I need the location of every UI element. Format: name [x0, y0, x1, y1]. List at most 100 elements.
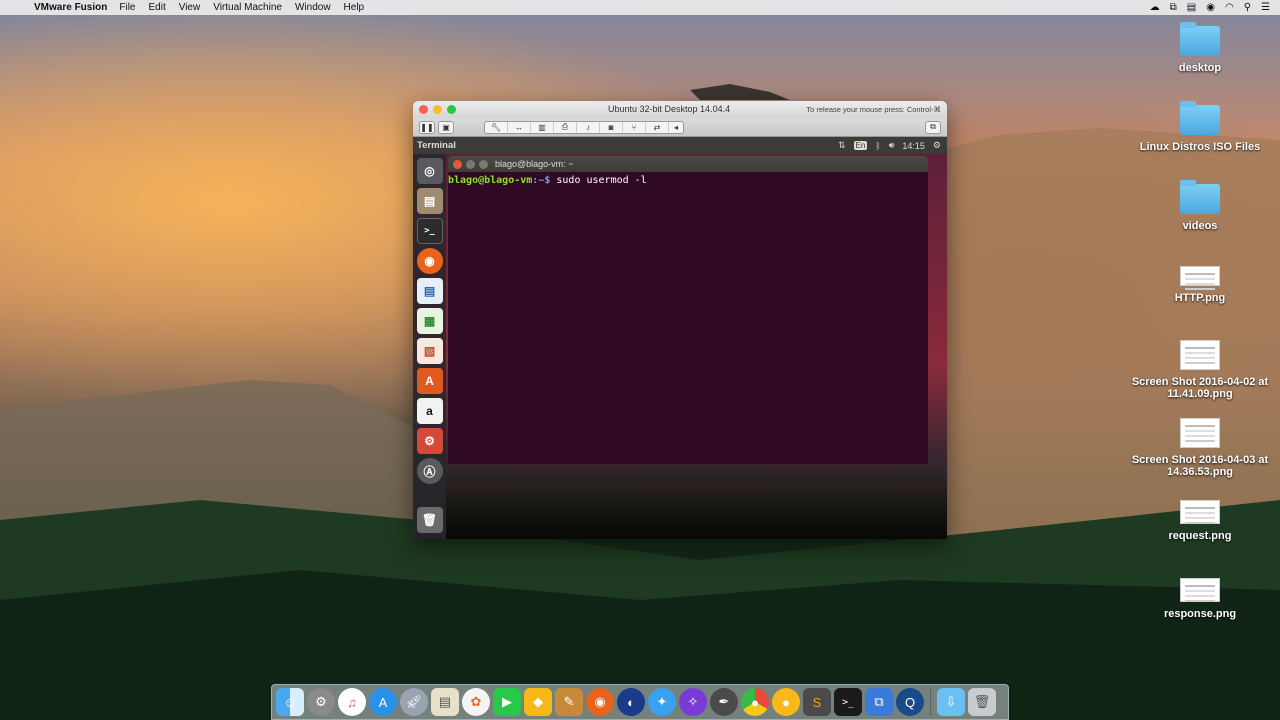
keyboard-layout-indicator[interactable]: En	[853, 141, 868, 150]
snapshot-button[interactable]: ▣	[438, 120, 454, 134]
menu-virtual-machine[interactable]: Virtual Machine	[213, 2, 282, 13]
desktop-item-request-png[interactable]: request.png	[1120, 500, 1280, 542]
terminal-close-button[interactable]	[453, 159, 462, 169]
desktop-item-desktop[interactable]: desktop	[1120, 22, 1280, 74]
zoom-button[interactable]	[447, 105, 456, 114]
bluetooth-icon[interactable]: ᛒ	[875, 141, 880, 151]
ubuntu-dash-icon[interactable]: ◎	[416, 158, 443, 184]
vmware-window-title: Ubuntu 32-bit Desktop 14.04.4	[608, 104, 731, 114]
terminal-icon[interactable]: >_	[834, 688, 862, 716]
terminal-command: sudo usermod -l	[550, 175, 647, 186]
panel-clock[interactable]: 14:15	[902, 141, 925, 151]
terminal-title-bar[interactable]: blago@blago-vm: ~	[448, 156, 928, 172]
files-icon[interactable]: ▤	[416, 188, 443, 214]
ubuntu-launcher: ◎ ▤ >_ ◉ ▤ ▦ ▧ A a ⚙ Ⓐ 🗑︎	[413, 154, 446, 539]
terminal-command-line[interactable]: blago@blago-vm:~$ sudo usermod -l	[448, 172, 928, 186]
desktop-item-label: Screen Shot 2016-04-03 at 14.36.53.png	[1131, 454, 1269, 478]
world-icon[interactable]: ◐	[617, 688, 645, 716]
minimize-button[interactable]	[433, 105, 442, 114]
terminal-icon[interactable]: >_	[416, 218, 443, 244]
pen-icon[interactable]: ✒	[710, 688, 738, 716]
notes-icon[interactable]: ✎	[555, 688, 583, 716]
desktop-item-response-png[interactable]: response.png	[1120, 578, 1280, 620]
trash-icon[interactable]: 🗑︎	[416, 507, 443, 533]
terminal-minimize-button[interactable]	[466, 159, 475, 169]
sound-icon[interactable]: ♪	[577, 121, 600, 133]
quicktime-icon[interactable]: Q	[896, 688, 924, 716]
folder-icon	[1180, 101, 1220, 135]
menu-view[interactable]: View	[179, 2, 201, 13]
desktop-item-http-png[interactable]: HTTP.png	[1120, 266, 1280, 304]
menu-app-name[interactable]: VMware Fusion	[34, 2, 107, 13]
image-thumbnail-icon	[1180, 578, 1220, 602]
release-mouse-hint: To release your mouse press: Control-⌘	[806, 105, 941, 114]
menu-window[interactable]: Window	[295, 2, 331, 13]
dock-separator	[930, 688, 931, 716]
updater-icon[interactable]: Ⓐ	[416, 458, 443, 484]
software-center-icon[interactable]: A	[416, 368, 443, 394]
folder-icon	[1180, 22, 1220, 56]
wifi-icon[interactable]: ◠	[1225, 2, 1234, 13]
close-button[interactable]	[419, 105, 428, 114]
system-prefs-icon[interactable]: ⚙	[307, 688, 335, 716]
spotlight-icon[interactable]: ⚲	[1244, 2, 1251, 13]
desktop-item-screenshot-2[interactable]: Screen Shot 2016-04-03 at 14.36.53.png	[1120, 418, 1280, 478]
launchpad-icon[interactable]: 🚀︎	[400, 688, 428, 716]
settings-icon[interactable]: ⚙	[416, 428, 443, 454]
menu-help[interactable]: Help	[344, 2, 365, 13]
record-icon[interactable]: ◉	[1206, 2, 1215, 13]
vmware-title-bar[interactable]: Ubuntu 32-bit Desktop 14.04.4 To release…	[413, 101, 947, 118]
safari-icon[interactable]: ✦	[648, 688, 676, 716]
collapse-chevron-icon[interactable]: ◂	[669, 122, 683, 133]
preview-icon[interactable]: ▤	[431, 688, 459, 716]
network-arrows-icon[interactable]: ⇅	[838, 140, 846, 151]
printer-icon[interactable]: ⎙	[554, 121, 577, 133]
app-store-icon[interactable]: A	[369, 688, 397, 716]
facetime-icon[interactable]: ▶	[493, 688, 521, 716]
menu-file[interactable]: File	[119, 2, 135, 13]
sublime-icon[interactable]: S	[803, 688, 831, 716]
vmware-status-icon[interactable]: ⧉	[1170, 2, 1177, 13]
firefox-icon[interactable]: ◉	[416, 248, 443, 274]
photos-icon[interactable]: ✿	[462, 688, 490, 716]
window-controls	[413, 105, 456, 114]
network-icon[interactable]: ⇄	[646, 121, 669, 133]
volume-icon[interactable]: 🔊︎	[889, 140, 895, 151]
desktop-item-screenshot-1[interactable]: Screen Shot 2016-04-02 at 11.41.09.png	[1120, 340, 1280, 400]
amazon-icon[interactable]: a	[416, 398, 443, 424]
downloads-folder-icon[interactable]: ⇩	[937, 688, 965, 716]
compass-icon[interactable]: ✧	[679, 688, 707, 716]
menu-edit[interactable]: Edit	[148, 2, 165, 13]
itunes-icon[interactable]: ♫	[338, 688, 366, 716]
desktop-item-linux-distros[interactable]: Linux Distros ISO Files	[1120, 101, 1280, 153]
writer-icon[interactable]: ▤	[416, 278, 443, 304]
impress-icon[interactable]: ▧	[416, 338, 443, 364]
desktop-item-label: response.png	[1163, 608, 1237, 620]
notification-center-icon[interactable]: ☰	[1261, 2, 1270, 13]
desktop-item-videos[interactable]: videos	[1120, 180, 1280, 232]
cloud-icon[interactable]: ☁	[1150, 2, 1160, 13]
usb-icon[interactable]: ⑂	[623, 121, 646, 133]
trash-icon[interactable]: 🗑︎	[968, 688, 996, 716]
unity-mode-button[interactable]: ⧉	[925, 120, 941, 134]
finder-icon[interactable]: ☺	[276, 688, 304, 716]
system-gear-icon[interactable]: ⚙	[933, 140, 941, 151]
pause-button[interactable]: ❚❚	[419, 120, 435, 134]
chrome-icon[interactable]: ●	[741, 688, 769, 716]
settings-wrench-icon[interactable]: 🔧︎	[485, 121, 508, 133]
canary-icon[interactable]: ●	[772, 688, 800, 716]
terminal-window-controls	[448, 159, 488, 169]
clipboard-icon[interactable]: ▤	[1187, 2, 1196, 13]
panel-app-title: Terminal	[417, 140, 456, 151]
vmware-icon[interactable]: ⧉	[865, 688, 893, 716]
desktop-item-label: HTTP.png	[1174, 292, 1226, 304]
panel-indicators: ⇅ En ᛒ 🔊︎ 14:15 ⚙	[838, 140, 947, 151]
terminal-window[interactable]: blago@blago-vm: ~ blago@blago-vm:~$ sudo…	[448, 156, 928, 464]
firefox-icon[interactable]: ◉	[586, 688, 614, 716]
hard-disk-icon[interactable]: ▥	[531, 121, 554, 133]
camera-icon[interactable]: ◙	[600, 121, 623, 133]
fit-window-icon[interactable]: ↔	[508, 121, 531, 133]
sketch-icon[interactable]: ◆	[524, 688, 552, 716]
terminal-maximize-button[interactable]	[479, 159, 488, 169]
calc-icon[interactable]: ▦	[416, 308, 443, 334]
